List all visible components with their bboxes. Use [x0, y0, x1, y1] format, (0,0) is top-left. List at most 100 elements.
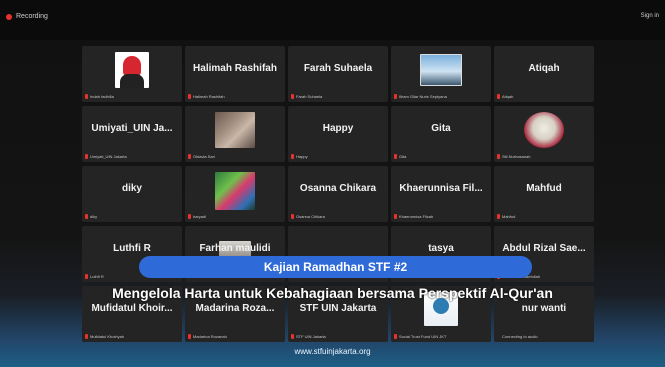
participant-display-name: Halimah Rashifah [193, 63, 277, 74]
participant-footer: Social Trust Fund UIN JKT [394, 334, 488, 339]
muted-mic-icon [188, 214, 191, 219]
participant-name-label: Connecting to audio [502, 334, 538, 339]
participant-display-name: Madarina Roza... [195, 303, 275, 314]
muted-mic-icon [291, 214, 294, 219]
participant-footer: Umiyati_UIN Jakarta [85, 154, 179, 159]
participant-footer: Ilham Gilar Nuris Septyana [394, 94, 488, 99]
muted-mic-icon [85, 214, 88, 219]
muted-mic-icon [85, 274, 88, 279]
participant-name-label: STF UIN Jakarta [296, 334, 326, 339]
participant-tile[interactable]: Halimah Rashifah Halimah Rashifah [185, 46, 285, 102]
participant-tile[interactable]: diky diky [82, 166, 182, 222]
muted-mic-icon [394, 214, 397, 219]
participant-name-label: Luthfi R [90, 274, 104, 279]
muted-mic-icon [497, 94, 500, 99]
participant-footer: Atiqah [497, 94, 591, 99]
participant-footer: Happy [291, 154, 385, 159]
participant-display-name: Mufidatul Khoir... [91, 303, 173, 314]
participant-tile[interactable]: Oktavia Sari [185, 106, 285, 162]
muted-mic-icon [188, 154, 191, 159]
participant-display-name: Gita [431, 123, 451, 134]
participant-tile[interactable]: Happy Happy [288, 106, 388, 162]
participant-footer: Gita [394, 154, 488, 159]
muted-mic-icon [188, 94, 191, 99]
participant-tile[interactable]: Siti Nurhasanah [494, 106, 594, 162]
ilham-photo [420, 54, 462, 86]
recording-label: Recording [16, 13, 48, 20]
participant-footer: STF UIN Jakarta [291, 334, 385, 339]
participant-footer: Osanna Chikara [291, 214, 385, 219]
participant-display-name: Abdul Rizal Sae... [502, 243, 586, 254]
participant-name-label: Mufidatul Khoiriyah [90, 334, 125, 339]
participant-tile[interactable]: Umiyati_UIN Ja... Umiyati_UIN Jakarta [82, 106, 182, 162]
participant-name-label: Madarina Rozanah [193, 334, 227, 339]
participant-footer: Mahfud [497, 214, 591, 219]
meeting-topbar: Recording Sign in [0, 0, 665, 40]
recording-dot-icon [6, 13, 12, 20]
participant-name-label: Siti Nurhasanah [502, 154, 531, 159]
event-subtitle: Mengelola Harta untuk Kebahagiaan bersam… [112, 285, 553, 301]
participant-footer: haryadi [188, 214, 282, 219]
muted-mic-icon [497, 154, 500, 159]
participant-footer: Oktavia Sari [188, 154, 282, 159]
participant-display-name: Osanna Chikara [299, 183, 377, 194]
participant-footer: Halimah Rashifah [188, 94, 282, 99]
participant-name-label: haryadi [193, 214, 207, 219]
participant-display-name: tasya [428, 243, 454, 254]
muted-mic-icon [291, 94, 294, 99]
participant-tile[interactable]: haryadi [185, 166, 285, 222]
participant-footer: Connecting to audio [497, 334, 591, 339]
indah-photo [115, 52, 149, 88]
participant-display-name: Happy [322, 123, 354, 134]
participant-name-label: Indah fadhilla [90, 94, 114, 99]
participant-name-label: Oktavia Sari [193, 154, 215, 159]
participant-name-label: Happy [296, 154, 308, 159]
participant-tile[interactable]: Mahfud Mahfud [494, 166, 594, 222]
muted-mic-icon [394, 334, 397, 339]
participant-display-name: Mahfud [526, 183, 562, 194]
participant-display-name: Farah Suhaela [303, 63, 373, 74]
muted-mic-icon [394, 94, 397, 99]
event-banner: Kajian Ramadhan STF #2 [139, 256, 532, 278]
participant-name-label: Mahfud [502, 214, 516, 219]
recording-indicator: Recording [6, 13, 48, 20]
participant-tile[interactable]: Gita Gita [391, 106, 491, 162]
participant-footer: Khaerunnisa Filzah [394, 214, 488, 219]
participant-footer: diky [85, 214, 179, 219]
participant-footer: Madarina Rozanah [188, 334, 282, 339]
sign-in-link[interactable]: Sign in [641, 13, 659, 19]
muted-mic-icon [394, 154, 397, 159]
participant-footer: Indah fadhilla [85, 94, 179, 99]
participant-name-label: Gita [399, 154, 407, 159]
participant-display-name: Atiqah [528, 63, 560, 74]
participant-tile[interactable]: Khaerunnisa Fil... Khaerunnisa Filzah [391, 166, 491, 222]
oktavia-photo [215, 112, 255, 148]
participant-tile[interactable]: Ilham Gilar Nuris Septyana [391, 46, 491, 102]
participant-tile[interactable]: Atiqah Atiqah [494, 46, 594, 102]
participant-name-label: Khaerunnisa Filzah [399, 214, 434, 219]
participant-footer: Farah Suhaela [291, 94, 385, 99]
participant-display-name: Umiyati_UIN Ja... [91, 123, 173, 134]
participant-name-label: Farah Suhaela [296, 94, 323, 99]
muted-mic-icon [85, 94, 88, 99]
participant-display-name: diky [121, 183, 142, 194]
participant-footer: Mufidatul Khoiriyah [85, 334, 179, 339]
participant-display-name: Khaerunnisa Fil... [399, 183, 483, 194]
participant-name-label: diky [90, 214, 98, 219]
muted-mic-icon [85, 334, 88, 339]
muted-mic-icon [85, 154, 88, 159]
participant-tile[interactable]: Indah fadhilla [82, 46, 182, 102]
participant-name-label: Halimah Rashifah [193, 94, 225, 99]
muted-mic-icon [291, 334, 294, 339]
participant-display-name: Farhan maulidi [199, 243, 271, 254]
participant-name-label: Ilham Gilar Nuris Septyana [399, 94, 447, 99]
participant-name-label: Atiqah [502, 94, 514, 99]
participant-tile[interactable]: Osanna Chikara Osanna Chikara [288, 166, 388, 222]
siti-photo [524, 112, 564, 148]
participant-tile[interactable]: Farah Suhaela Farah Suhaela [288, 46, 388, 102]
participant-display-name: STF UIN Jakarta [299, 303, 377, 314]
participant-footer: Siti Nurhasanah [497, 154, 591, 159]
muted-mic-icon [188, 334, 191, 339]
haryadi-photo [215, 172, 255, 210]
participant-name-label: Osanna Chikara [296, 214, 325, 219]
